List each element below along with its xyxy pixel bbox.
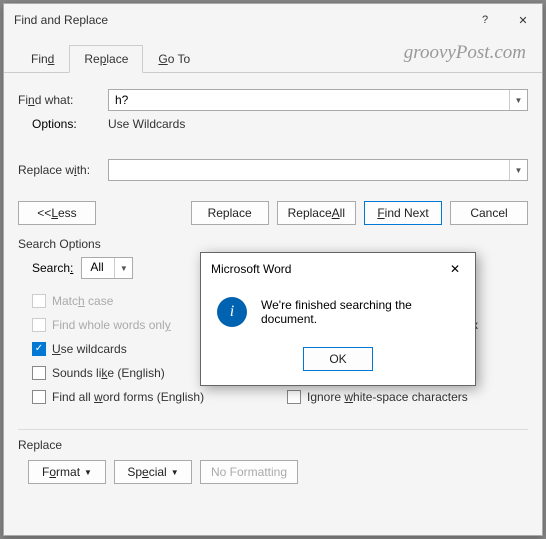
- find-combo[interactable]: ▼: [108, 89, 528, 111]
- chevron-down-icon[interactable]: ▼: [114, 258, 132, 278]
- checkbox-icon: [32, 366, 46, 380]
- checkbox-icon: [32, 294, 46, 308]
- divider: [18, 429, 528, 430]
- replace-input[interactable]: [109, 161, 509, 179]
- find-input[interactable]: [109, 91, 509, 109]
- replace-section-title: Replace: [18, 438, 528, 452]
- checkbox-icon: [32, 390, 46, 404]
- search-direction-value: All: [82, 258, 114, 278]
- chevron-down-icon[interactable]: ▼: [509, 90, 527, 110]
- caret-down-icon: ▼: [171, 468, 179, 477]
- tab-goto[interactable]: Go To: [143, 45, 205, 73]
- tab-replace[interactable]: Replace: [69, 45, 143, 73]
- checkbox-icon: [287, 390, 301, 404]
- tab-find[interactable]: Find: [16, 45, 69, 73]
- special-button[interactable]: Special ▼: [114, 460, 192, 484]
- search-options-title: Search Options: [18, 237, 528, 251]
- window-controls: ? ✕: [466, 4, 542, 36]
- search-direction-label: Search:: [32, 261, 73, 275]
- checkbox-checked-icon: [32, 342, 46, 356]
- options-label: Options:: [32, 117, 77, 131]
- info-icon: i: [217, 297, 247, 327]
- help-button[interactable]: ?: [466, 4, 504, 36]
- less-button[interactable]: << Less: [18, 201, 96, 225]
- modal-close-button[interactable]: ✕: [443, 259, 467, 279]
- replace-button[interactable]: Replace: [191, 201, 269, 225]
- format-button[interactable]: Format ▼: [28, 460, 106, 484]
- replace-label: Replace with:: [18, 163, 108, 177]
- ok-button[interactable]: OK: [303, 347, 373, 371]
- find-next-button[interactable]: Find Next: [364, 201, 442, 225]
- titlebar: Find and Replace ? ✕: [4, 4, 542, 36]
- replace-combo[interactable]: ▼: [108, 159, 528, 181]
- word-forms-checkbox[interactable]: Find all word forms (English): [32, 387, 273, 407]
- checkbox-icon: [32, 318, 46, 332]
- find-label: Find what:: [18, 93, 108, 107]
- modal-title: Microsoft Word: [211, 262, 291, 276]
- watermark: groovyPost.com: [404, 42, 526, 64]
- modal-message: We're finished searching the document.: [261, 298, 459, 326]
- caret-down-icon: ▼: [84, 468, 92, 477]
- cancel-button[interactable]: Cancel: [450, 201, 528, 225]
- chevron-down-icon[interactable]: ▼: [509, 160, 527, 180]
- no-formatting-button: No Formatting: [200, 460, 298, 484]
- ignore-white-checkbox[interactable]: Ignore white-space characters: [287, 387, 528, 407]
- message-dialog: Microsoft Word ✕ i We're finished search…: [200, 252, 476, 386]
- window-title: Find and Replace: [14, 13, 108, 27]
- close-button[interactable]: ✕: [504, 4, 542, 36]
- replace-all-button[interactable]: Replace All: [277, 201, 356, 225]
- search-direction-combo[interactable]: All ▼: [81, 257, 133, 279]
